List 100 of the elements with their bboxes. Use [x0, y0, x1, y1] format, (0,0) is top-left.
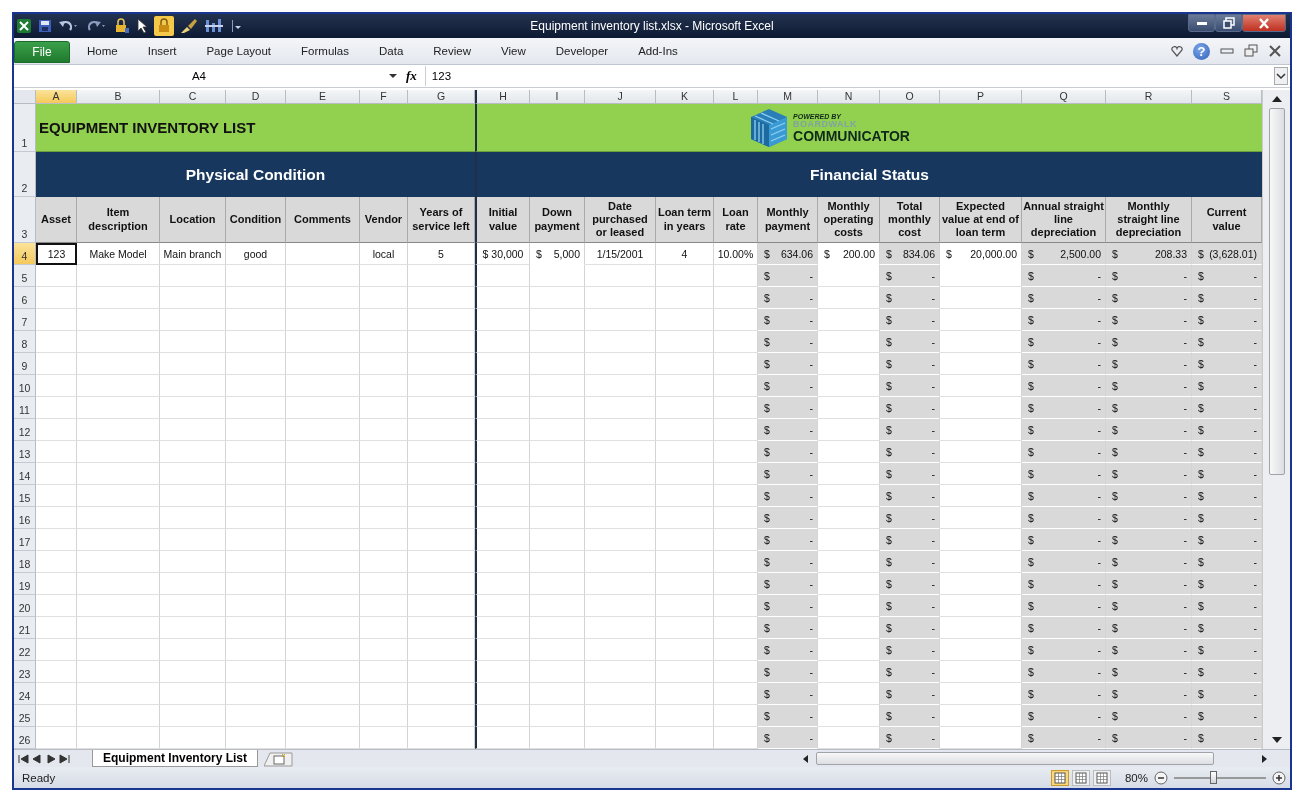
row-header[interactable]: 12	[14, 419, 36, 441]
table-cell[interactable]: $ -	[880, 683, 940, 705]
table-cell[interactable]: $ -	[1022, 661, 1106, 683]
table-cell[interactable]: $ -	[1192, 573, 1262, 595]
column-header[interactable]: C	[160, 90, 226, 104]
table-cell[interactable]: $ -	[1192, 331, 1262, 353]
customize-dropdown-icon[interactable]	[232, 19, 242, 33]
table-cell[interactable]: $ -	[1106, 617, 1192, 639]
table-cell[interactable]: $ -	[1022, 309, 1106, 331]
close-button[interactable]	[1242, 14, 1286, 32]
row-header[interactable]: 22	[14, 639, 36, 661]
column-header[interactable]: N	[818, 90, 880, 104]
table-cell[interactable]: local	[360, 243, 408, 265]
table-cell[interactable]: $ -	[1106, 309, 1192, 331]
table-cell[interactable]: $ -	[758, 265, 818, 287]
table-cell[interactable]: $ -	[1106, 441, 1192, 463]
table-cell[interactable]: $ 208.33	[1106, 243, 1192, 265]
table-cell[interactable]: $ -	[1022, 463, 1106, 485]
minimize-button[interactable]	[1188, 14, 1215, 32]
row-header[interactable]: 13	[14, 441, 36, 463]
table-cell[interactable]: $ -	[1022, 441, 1106, 463]
row-header[interactable]: 21	[14, 617, 36, 639]
table-cell[interactable]: good	[226, 243, 286, 265]
scroll-thumb[interactable]	[1268, 108, 1285, 475]
ribbon-tab[interactable]: Formulas	[284, 45, 362, 57]
table-cell[interactable]: $ -	[758, 661, 818, 683]
row-header[interactable]: 4	[14, 243, 36, 265]
row-header[interactable]: 16	[14, 507, 36, 529]
restore-icon[interactable]	[1244, 44, 1258, 58]
chart-icon[interactable]	[204, 18, 226, 34]
table-cell[interactable]: $ -	[758, 287, 818, 309]
table-cell[interactable]: $ -	[880, 529, 940, 551]
table-cell[interactable]: $ -	[1022, 353, 1106, 375]
table-cell[interactable]: $ -	[758, 309, 818, 331]
table-cell[interactable]: $ -	[758, 705, 818, 727]
column-header[interactable]: K	[656, 90, 714, 104]
row-header[interactable]: 24	[14, 683, 36, 705]
table-cell[interactable]: $ -	[758, 375, 818, 397]
table-cell[interactable]: Main branch	[160, 243, 226, 265]
table-cell[interactable]: $ -	[1192, 309, 1262, 331]
zoom-out-icon[interactable]	[1154, 770, 1168, 785]
zoom-in-icon[interactable]	[1272, 770, 1286, 785]
table-cell[interactable]: $ 634.06	[758, 243, 818, 265]
normal-view-icon[interactable]	[1050, 769, 1069, 786]
new-sheet-icon[interactable]	[264, 750, 294, 767]
table-cell[interactable]: 10.00%	[714, 243, 758, 265]
table-cell[interactable]: $ 30,000	[475, 243, 530, 265]
table-cell[interactable]: $ -	[1106, 419, 1192, 441]
row-header[interactable]: 8	[14, 331, 36, 353]
page-layout-icon[interactable]	[1071, 769, 1090, 786]
table-cell[interactable]: $ -	[758, 683, 818, 705]
column-header[interactable]: F	[360, 90, 408, 104]
table-cell[interactable]: $ -	[758, 331, 818, 353]
table-cell[interactable]: $ -	[758, 639, 818, 661]
table-cell[interactable]: $ -	[880, 353, 940, 375]
table-cell[interactable]: $ -	[1192, 353, 1262, 375]
table-cell[interactable]: $ 834.06	[880, 243, 940, 265]
table-cell[interactable]: $ -	[758, 617, 818, 639]
table-cell[interactable]: $ -	[758, 529, 818, 551]
table-cell[interactable]: $ -	[1192, 397, 1262, 419]
table-cell[interactable]: $ -	[1106, 727, 1192, 749]
table-cell[interactable]: $ -	[1106, 375, 1192, 397]
row-header[interactable]: 3	[14, 197, 36, 243]
expand-icon[interactable]	[1274, 67, 1288, 85]
table-cell[interactable]: $ -	[1106, 529, 1192, 551]
spreadsheet-logo-icon[interactable]	[16, 18, 32, 34]
table-cell[interactable]: $ -	[1192, 441, 1262, 463]
table-cell[interactable]: $ -	[880, 551, 940, 573]
ribbon-tab[interactable]: Developer	[538, 45, 622, 57]
table-cell[interactable]: $ -	[1192, 507, 1262, 529]
table-cell[interactable]: $ -	[1192, 419, 1262, 441]
table-cell[interactable]: $ -	[1192, 551, 1262, 573]
table-cell[interactable]: $ -	[1022, 507, 1106, 529]
table-cell[interactable]: $ -	[1022, 727, 1106, 749]
table-cell[interactable]: $ -	[1106, 595, 1192, 617]
table-cell[interactable]: $ -	[1022, 419, 1106, 441]
table-cell[interactable]: $ -	[1022, 595, 1106, 617]
table-cell[interactable]: $ -	[1106, 639, 1192, 661]
table-cell[interactable]: $ -	[1022, 683, 1106, 705]
table-cell[interactable]: $ -	[1106, 507, 1192, 529]
redo-icon[interactable]	[86, 19, 108, 33]
vertical-scrollbar[interactable]	[1262, 90, 1290, 749]
table-cell[interactable]: $ -	[758, 595, 818, 617]
table-cell[interactable]: $ -	[880, 507, 940, 529]
table-cell[interactable]: $ -	[758, 551, 818, 573]
table-cell[interactable]: $ -	[880, 661, 940, 683]
table-cell[interactable]: $ -	[1022, 617, 1106, 639]
table-cell[interactable]: $ -	[758, 727, 818, 749]
table-cell[interactable]: $ -	[880, 463, 940, 485]
table-cell[interactable]: $ -	[880, 331, 940, 353]
table-cell[interactable]: $ -	[1192, 463, 1262, 485]
row-header[interactable]: 25	[14, 705, 36, 727]
table-cell[interactable]: $ -	[758, 397, 818, 419]
dropdown-icon[interactable]	[388, 73, 398, 79]
table-cell[interactable]: $ -	[1192, 375, 1262, 397]
table-cell[interactable]: $ -	[758, 573, 818, 595]
table-cell[interactable]: $ -	[1192, 617, 1262, 639]
undo-icon[interactable]	[58, 19, 80, 33]
table-cell[interactable]: $ -	[1192, 727, 1262, 749]
zoom-level[interactable]: 80%	[1124, 771, 1148, 784]
